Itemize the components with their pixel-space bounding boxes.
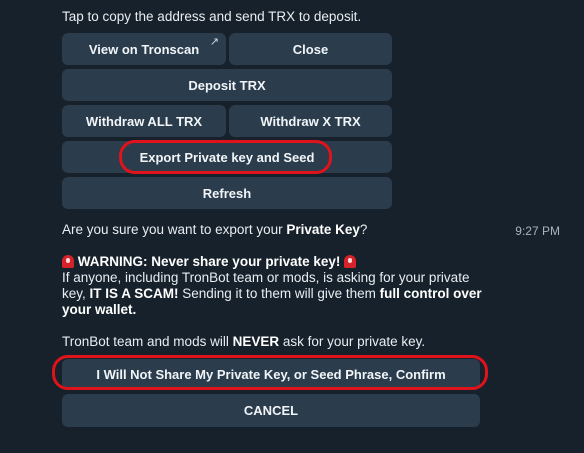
message-timestamp: 9:27 PM [515,224,560,238]
siren-icon [62,255,74,268]
scam-bold-text: IT IS A SCAM! [89,286,179,301]
never-ask-message: TronBot team and mods will NEVER ask for… [62,334,492,350]
never-ask-suffix: ask for your private key. [279,334,426,349]
view-on-tronscan-button[interactable]: View on Tronscan ↗ [62,33,226,65]
external-link-icon: ↗ [209,36,219,48]
export-confirmation-question: Are you sure you want to export your Pri… [62,222,492,238]
warning-message: WARNING: Never share your private key! I… [62,254,492,318]
never-bold-text: NEVER [232,334,280,349]
view-on-tronscan-label: View on Tronscan [88,41,200,57]
question-suffix: ? [359,222,368,237]
refresh-button[interactable]: Refresh [62,177,392,209]
question-bold-text: Private Key [286,222,360,237]
close-button[interactable]: Close [229,33,392,65]
warning-title: WARNING: Never share your private key! [77,254,341,269]
never-ask-prefix: TronBot team and mods will [62,334,233,349]
deposit-trx-button[interactable]: Deposit TRX [62,69,392,101]
siren-icon [344,255,357,268]
cancel-button[interactable]: CANCEL [62,394,480,427]
export-private-key-button[interactable]: Export Private key and Seed [62,141,392,173]
question-text: Are you sure you want to export your [62,222,287,237]
withdraw-x-trx-button[interactable]: Withdraw X TRX [229,105,392,137]
deposit-instruction-text: Tap to copy the address and send TRX to … [62,9,362,24]
warning-body-b: Sending it to them will give them [178,286,380,301]
withdraw-all-trx-button[interactable]: Withdraw ALL TRX [62,105,226,137]
confirm-no-share-button[interactable]: I Will Not Share My Private Key, or Seed… [62,359,480,390]
